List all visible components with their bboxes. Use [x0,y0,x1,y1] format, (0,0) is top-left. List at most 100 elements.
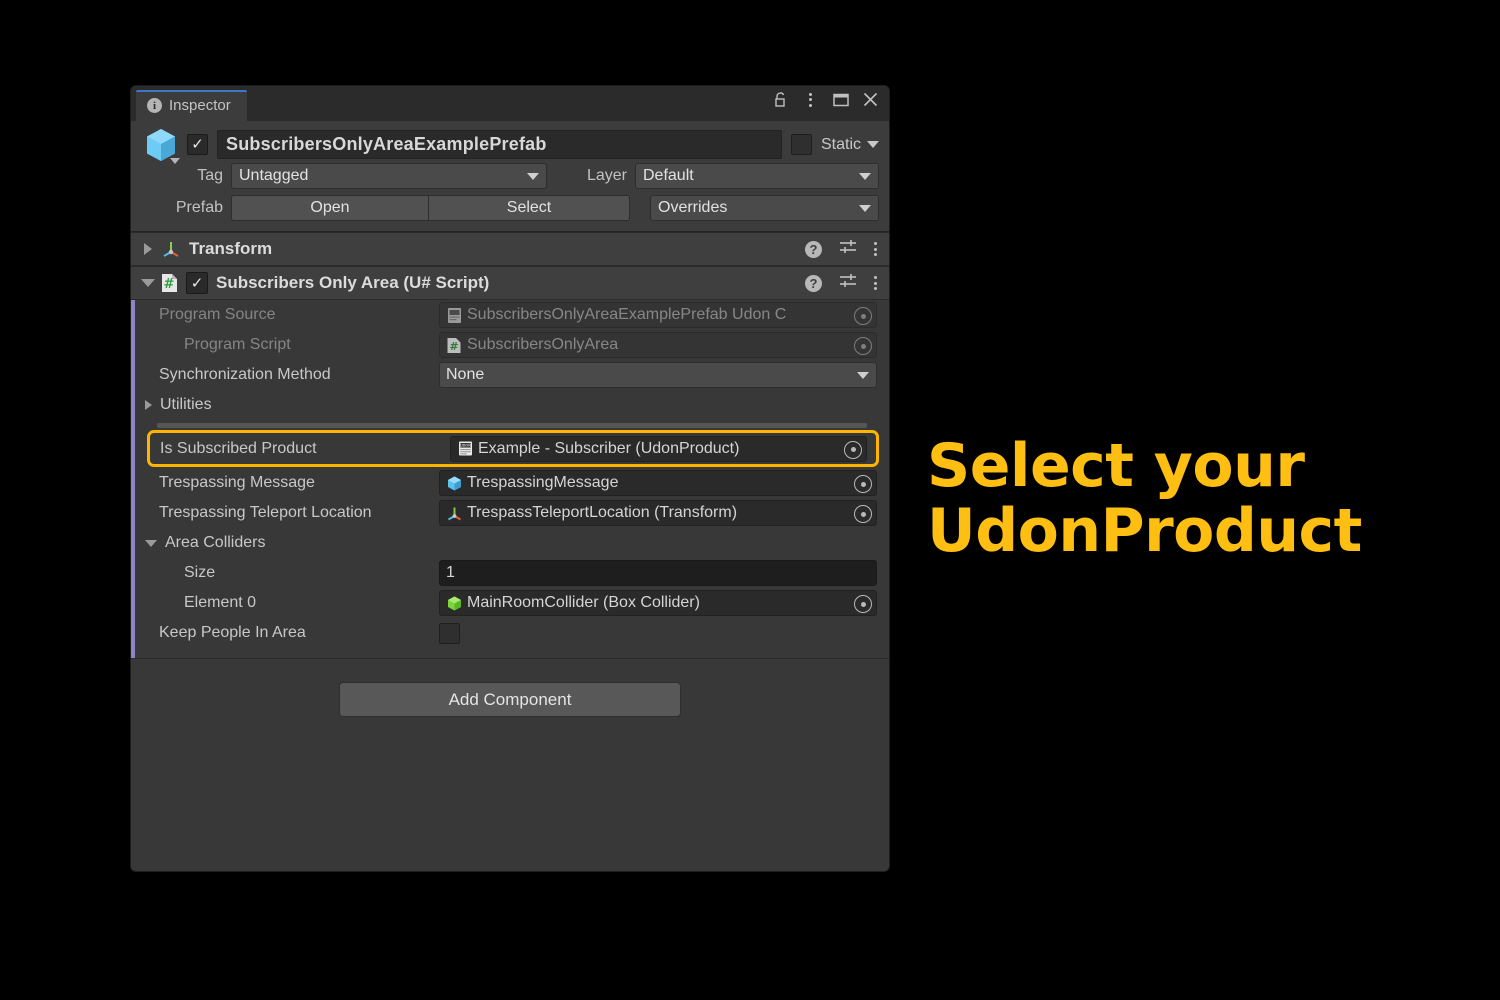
property-label-program-script: Program Script [184,336,291,353]
gameobject-green-cube-icon [446,595,463,612]
lock-icon[interactable] [772,91,789,108]
synchronization-method-value: None [446,366,485,383]
trespassing-teleport-location-object-field[interactable]: TrespassTeleportLocation (Transform) [439,500,877,526]
chevron-down-icon [527,173,539,180]
prefab-overrides-value: Overrides [658,199,728,216]
gameobject-enabled-checkbox[interactable]: ✓ [187,134,208,155]
window-tabstrip: i Inspector [131,86,889,121]
tag-value: Untagged [239,167,309,184]
layer-label: Layer [586,167,627,184]
property-label-is-subscribed-product: Is Subscribed Product [160,439,317,457]
element-0-object-field[interactable]: MainRoomCollider (Box Collider) [439,590,877,616]
kebab-menu-icon[interactable] [874,242,877,256]
property-foldout-area-colliders[interactable]: Area Colliders [131,528,889,558]
info-icon: i [147,98,162,113]
property-label-program-source: Program Source [159,306,276,323]
svg-text:UDON: UDON [460,444,471,448]
chevron-down-icon [170,157,180,164]
synchronization-method-dropdown[interactable]: None [439,362,877,388]
usharp-script-icon: # [160,273,179,293]
static-label: Static [820,135,861,153]
kebab-menu-icon[interactable] [802,91,819,108]
property-row-trespassing-teleport-location: Trespassing Teleport Location TrespassTe… [131,498,889,528]
udon-product-icon: UDON [457,440,474,457]
component-header-transform[interactable]: Transform ? [131,232,889,266]
maximize-icon[interactable] [832,91,849,108]
is-subscribed-product-value: Example - Subscriber (UdonProduct) [478,439,740,457]
property-row-array-size: Size 1 [131,558,889,588]
transform-axis-icon [161,239,181,259]
preset-icon[interactable] [839,239,857,260]
tag-dropdown[interactable]: Untagged [231,163,547,189]
chevron-down-icon [859,173,871,180]
tag-label: Tag [197,167,223,184]
gameobject-name-input[interactable]: SubscribersOnlyAreaExamplePrefab [217,130,782,159]
preset-icon[interactable] [839,273,857,294]
trespassing-message-value: TrespassingMessage [467,474,619,491]
component-tools-script: ? [805,267,877,299]
prefab-cube-icon [446,475,463,492]
component-title-subscribers-only-area: Subscribers Only Area (U# Script) [216,273,490,292]
static-checkbox[interactable] [790,134,812,155]
property-label-size: Size [184,564,216,581]
help-icon[interactable]: ? [805,274,822,292]
object-picker-icon[interactable] [854,505,872,523]
program-source-object-field[interactable]: SubscribersOnlyAreaExamplePrefab Udon C [439,302,877,328]
property-row-program-source: Program Source SubscribersOnlyAreaExampl… [131,300,889,330]
property-label-element-0: Element 0 [184,594,257,611]
layer-dropdown[interactable]: Default [635,163,879,189]
inspector-footer: Add Component [131,658,889,871]
property-label-trespassing-message: Trespassing Message [159,474,315,491]
gameobject-icon[interactable] [141,125,187,165]
tab-inspector[interactable]: i Inspector [136,90,247,121]
window-controls [772,91,879,108]
prefab-open-button[interactable]: Open [231,195,429,221]
keep-people-in-area-checkbox[interactable] [439,622,460,644]
component-enabled-checkbox[interactable]: ✓ [186,272,208,294]
close-icon[interactable] [862,91,879,108]
is-subscribed-product-object-field[interactable]: UDON Example - Subscriber (UdonProduct) [450,435,867,462]
transform-axis-icon [446,505,463,522]
component-body-subscribers-only-area: Program Source SubscribersOnlyAreaExampl… [131,300,889,658]
object-picker-icon[interactable] [854,595,872,613]
property-label-utilities: Utilities [160,396,212,413]
highlight-box-is-subscribed-product: Is Subscribed Product UDON Example - Sub… [147,430,879,467]
prefab-overrides-dropdown[interactable]: Overrides [650,195,879,221]
component-tools-transform: ? [805,233,877,265]
tab-inspector-label: Inspector [169,97,231,114]
chevron-down-icon [857,372,869,379]
static-dropdown-chevron-icon[interactable] [867,141,879,148]
component-header-subscribers-only-area[interactable]: # ✓ Subscribers Only Area (U# Script) ? [131,266,889,300]
chevron-down-icon [145,539,157,547]
chevron-right-icon [145,400,152,410]
object-picker-icon[interactable] [844,440,862,459]
property-label-area-colliders: Area Colliders [165,534,266,551]
help-icon[interactable]: ? [805,240,822,258]
object-picker-icon[interactable] [854,307,872,325]
inspector-window: i Inspector ✓ SubscribersOnlyAreaExample… [131,86,889,871]
transform-foldout-toggle[interactable] [139,243,157,255]
object-picker-icon[interactable] [854,337,872,355]
trespassing-teleport-location-value: TrespassTeleportLocation (Transform) [467,504,738,521]
array-size-input[interactable]: 1 [439,560,877,586]
add-component-button[interactable]: Add Component [339,682,681,717]
property-label-keep-people-in-area: Keep People In Area [159,624,306,641]
trespassing-message-object-field[interactable]: TrespassingMessage [439,470,877,496]
script-foldout-toggle[interactable] [139,279,157,287]
property-foldout-utilities[interactable]: Utilities [131,390,889,420]
property-label-trespassing-teleport-location: Trespassing Teleport Location [159,504,372,521]
svg-text:#: # [449,340,458,353]
object-picker-icon[interactable] [854,475,872,493]
udon-program-asset-icon [446,307,463,324]
property-row-trespassing-message: Trespassing Message TrespassingMessage [131,468,889,498]
program-source-value: SubscribersOnlyAreaExamplePrefab Udon C [467,306,787,323]
property-label-synchronization-method: Synchronization Method [159,366,331,383]
annotation-line-2: UdonProduct [927,496,1362,566]
kebab-menu-icon[interactable] [874,276,877,290]
annotation-callout: Select your UdonProduct [903,406,1362,592]
component-title-transform: Transform [189,239,273,258]
prefab-select-button[interactable]: Select [429,195,630,221]
property-row-element-0: Element 0 MainRoomCollider (Box Collider… [131,588,889,618]
property-row-is-subscribed-product: Is Subscribed Product UDON Example - Sub… [150,433,876,464]
program-script-object-field[interactable]: # SubscribersOnlyArea [439,332,877,358]
